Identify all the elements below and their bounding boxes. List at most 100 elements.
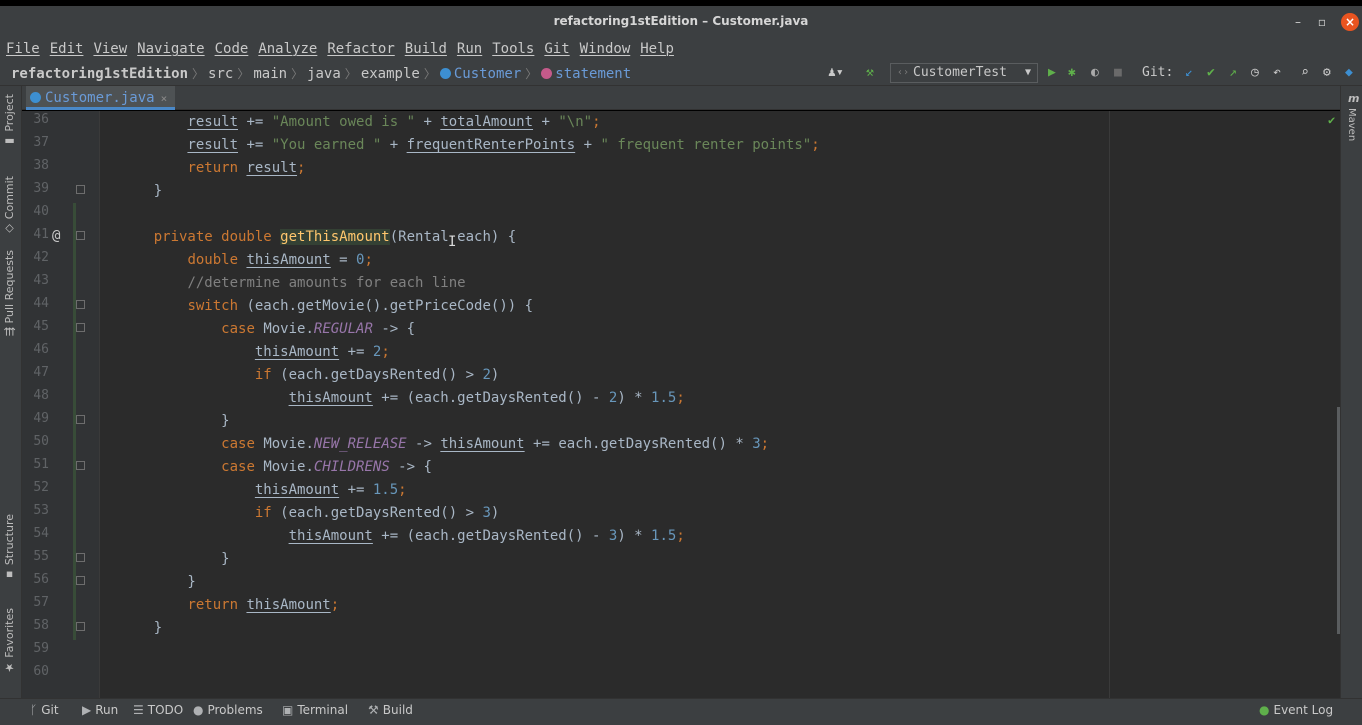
code-line[interactable]: thisAmount += (each.getDaysRented() - 3)… bbox=[120, 526, 685, 546]
editor-scrollbar[interactable] bbox=[1337, 407, 1340, 634]
menu-edit[interactable]: Edit bbox=[50, 38, 84, 60]
inspection-ok-icon[interactable]: ✔ bbox=[1328, 113, 1335, 127]
history-icon[interactable]: ◷ bbox=[1251, 64, 1259, 82]
close-window-icon[interactable]: × bbox=[1341, 13, 1359, 31]
menu-refactor[interactable]: Refactor bbox=[327, 38, 394, 60]
code-line[interactable]: thisAmount += (each.getDaysRented() - 2)… bbox=[120, 388, 685, 408]
run-icon[interactable]: ▶ bbox=[1048, 64, 1056, 82]
breadcrumb-project[interactable]: refactoring1stEdition bbox=[11, 66, 188, 82]
code-line[interactable]: } bbox=[120, 618, 162, 638]
menu-build[interactable]: Build bbox=[405, 38, 447, 60]
minimize-icon[interactable]: – bbox=[1289, 13, 1307, 31]
tool-tab-maven[interactable]: Maven bbox=[1346, 108, 1357, 141]
code-line[interactable]: } bbox=[120, 411, 229, 431]
code-line[interactable]: thisAmount += 2; bbox=[120, 342, 390, 362]
breadcrumb-method[interactable]: statement bbox=[555, 66, 631, 82]
breadcrumb-class[interactable]: Customer bbox=[454, 66, 521, 82]
menu-window[interactable]: Window bbox=[580, 38, 631, 60]
coverage-icon[interactable]: ◐ bbox=[1091, 64, 1099, 82]
fold-end-icon[interactable] bbox=[76, 576, 85, 585]
menu-analyze[interactable]: Analyze bbox=[258, 38, 317, 60]
debug-icon[interactable]: ✱ bbox=[1068, 64, 1076, 82]
fold-start-icon[interactable] bbox=[76, 231, 85, 240]
menu-file[interactable]: File bbox=[6, 38, 40, 60]
code-line[interactable]: } bbox=[120, 572, 195, 592]
menu-run[interactable]: Run bbox=[457, 38, 482, 60]
code-line[interactable]: return thisAmount; bbox=[120, 595, 339, 615]
run-configuration-label: CustomerTest bbox=[913, 65, 1007, 80]
bottom-tab-git[interactable]: ᚴ Git bbox=[30, 703, 59, 717]
bottom-tab-label: Terminal bbox=[297, 703, 349, 717]
fold-start-icon[interactable] bbox=[76, 323, 85, 332]
user-icon[interactable]: ♟▾ bbox=[828, 64, 844, 82]
stop-icon[interactable]: ■ bbox=[1114, 64, 1122, 82]
rollback-icon[interactable]: ↶ bbox=[1273, 64, 1281, 82]
event-log-button[interactable]: ● Event Log bbox=[1259, 703, 1333, 717]
tool-tab-pull-requests[interactable]: ⇶ Pull Requests bbox=[3, 250, 16, 336]
tool-tab-favorites[interactable]: ★ Favorites bbox=[3, 608, 16, 674]
tool-tab-structure[interactable]: ▪ Structure bbox=[3, 514, 16, 582]
code-line[interactable]: switch (each.getMovie().getPriceCode()) … bbox=[120, 296, 533, 316]
line-number: 58 bbox=[33, 618, 49, 633]
commit-icon: ◇ bbox=[3, 219, 16, 236]
code-editor[interactable]: @ 36 37 38 39 40 41 42 43 44 45 46 47 48… bbox=[22, 111, 1340, 698]
fold-end-icon[interactable] bbox=[76, 553, 85, 562]
fold-end-icon[interactable] bbox=[76, 622, 85, 631]
line-number: 56 bbox=[33, 572, 49, 587]
code-line[interactable]: result += "You earned " + frequentRenter… bbox=[120, 135, 819, 155]
branch-icon: ᚴ bbox=[30, 703, 38, 717]
breadcrumb-main[interactable]: main bbox=[253, 66, 287, 82]
breadcrumb-src[interactable]: src bbox=[208, 66, 233, 82]
override-annotation-icon[interactable]: @ bbox=[52, 228, 60, 244]
tool-tab-label: Favorites bbox=[3, 608, 16, 658]
code-line[interactable]: case Movie.CHILDRENS -> { bbox=[120, 457, 432, 477]
code-line[interactable]: //determine amounts for each line bbox=[120, 273, 465, 293]
code-line[interactable]: thisAmount += 1.5; bbox=[120, 480, 407, 500]
fold-start-icon[interactable] bbox=[76, 300, 85, 309]
breadcrumb-java[interactable]: java bbox=[307, 66, 341, 82]
breadcrumb-example[interactable]: example bbox=[361, 66, 420, 82]
code-line[interactable]: double thisAmount = 0; bbox=[120, 250, 372, 270]
bottom-tab-build[interactable]: ⚒ Build bbox=[368, 703, 413, 717]
menu-help[interactable]: Help bbox=[640, 38, 674, 60]
code-line[interactable]: } bbox=[120, 181, 162, 201]
git-commit-icon[interactable]: ✔ bbox=[1207, 64, 1215, 82]
build-hammer-icon[interactable]: ⚒ bbox=[866, 64, 874, 82]
menu-code[interactable]: Code bbox=[215, 38, 249, 60]
code-line[interactable]: return result; bbox=[120, 158, 305, 178]
settings-gear-icon[interactable]: ⚙ bbox=[1323, 64, 1331, 82]
code-line[interactable]: case Movie.REGULAR -> { bbox=[120, 319, 415, 339]
line-number: 49 bbox=[33, 411, 49, 426]
bottom-tab-terminal[interactable]: ▣ Terminal bbox=[282, 703, 348, 717]
code-line[interactable]: if (each.getDaysRented() > 3) bbox=[120, 503, 499, 523]
editor-tab-customer-java[interactable]: Customer.java × bbox=[26, 86, 176, 110]
code-line[interactable]: case Movie.NEW_RELEASE -> thisAmount += … bbox=[120, 434, 769, 454]
plugin-icon[interactable]: ◆ bbox=[1345, 64, 1353, 82]
code-line[interactable]: private double getThisAmount(Rental each… bbox=[120, 227, 516, 247]
chevron-right-icon: 〉 bbox=[192, 67, 205, 81]
fold-end-icon[interactable] bbox=[76, 415, 85, 424]
code-line[interactable]: } bbox=[120, 549, 229, 569]
fold-start-icon[interactable] bbox=[76, 461, 85, 470]
run-configuration-select[interactable]: ‹› CustomerTest ▼ bbox=[890, 63, 1038, 83]
menu-navigate[interactable]: Navigate bbox=[137, 38, 204, 60]
bottom-tab-run[interactable]: ▶ Run bbox=[82, 703, 118, 717]
fold-end-icon[interactable] bbox=[76, 185, 85, 194]
close-tab-icon[interactable]: × bbox=[161, 92, 168, 105]
right-tool-strip: m Maven bbox=[1340, 86, 1362, 698]
code-line[interactable]: if (each.getDaysRented() > 2) bbox=[120, 365, 499, 385]
menu-view[interactable]: View bbox=[93, 38, 127, 60]
structure-icon: ▪ bbox=[3, 565, 16, 582]
git-push-icon[interactable]: ↗ bbox=[1229, 64, 1237, 82]
git-update-icon[interactable]: ↙ bbox=[1185, 64, 1193, 82]
line-number: 42 bbox=[33, 250, 49, 265]
tool-tab-commit[interactable]: ◇ Commit bbox=[3, 176, 16, 236]
restore-icon[interactable]: ▫ bbox=[1313, 13, 1331, 31]
code-line[interactable]: result += "Amount owed is " + totalAmoun… bbox=[120, 112, 600, 132]
bottom-tab-problems[interactable]: ● Problems bbox=[193, 703, 263, 717]
bottom-tab-todo[interactable]: ☰ TODO bbox=[133, 703, 183, 717]
search-icon[interactable]: ⌕ bbox=[1301, 64, 1309, 82]
menu-git[interactable]: Git bbox=[544, 38, 569, 60]
menu-tools[interactable]: Tools bbox=[492, 38, 534, 60]
tool-tab-project[interactable]: ▬ Project bbox=[3, 94, 16, 148]
